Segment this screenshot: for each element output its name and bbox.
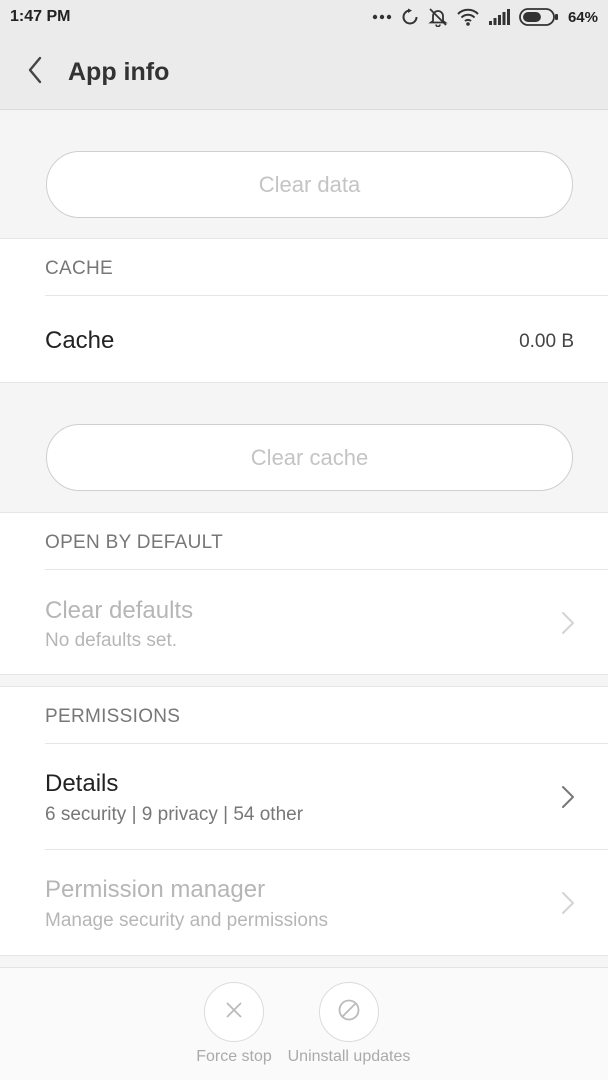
divider <box>45 849 608 850</box>
section-header-cache: CACHE <box>45 258 114 279</box>
section-header-permissions: PERMISSIONS <box>45 706 181 727</box>
battery-percent: 64% <box>567 8 598 26</box>
force-stop-circle <box>204 982 264 1042</box>
chevron-right-icon <box>558 610 578 636</box>
clear-data-button[interactable]: Clear data <box>46 151 573 218</box>
clear-data-band: Clear data <box>0 111 608 238</box>
clear-defaults-title: Clear defaults <box>45 597 194 624</box>
notifications-off-icon <box>428 7 448 27</box>
permission-manager-subtitle: Manage security and permissions <box>45 910 329 931</box>
open-by-default-section: OPEN BY DEFAULT Clear defaults No defaul… <box>0 512 608 675</box>
details-subtitle: 6 security | 9 privacy | 54 other <box>45 804 304 825</box>
back-button[interactable] <box>20 54 50 90</box>
force-stop-label: Force stop <box>196 1048 272 1065</box>
wifi-icon <box>457 8 479 26</box>
permissions-section: PERMISSIONS Details 6 security | 9 priva… <box>0 686 608 956</box>
block-icon <box>337 998 361 1027</box>
section-header-open-by-default: OPEN BY DEFAULT <box>45 532 224 553</box>
sync-icon <box>401 8 419 26</box>
uninstall-updates-button[interactable]: Uninstall updates <box>284 982 414 1066</box>
status-icons: 64% <box>372 6 598 28</box>
battery-icon <box>519 8 559 26</box>
signal-icon <box>488 9 510 25</box>
cache-section: CACHE Cache 0.00 B <box>0 238 608 383</box>
more-dots-icon <box>372 14 392 20</box>
clear-cache-band: Clear cache <box>0 383 608 512</box>
permission-manager-title: Permission manager <box>45 876 266 903</box>
clear-cache-button[interactable]: Clear cache <box>46 424 573 491</box>
bottom-action-bar: Force stop Uninstall updates <box>0 967 608 1080</box>
divider <box>45 743 608 744</box>
cache-row-title: Cache <box>45 327 115 354</box>
cache-size-value: 0.00 B <box>519 331 574 352</box>
chevron-right-icon <box>558 890 578 916</box>
app-bar: App info <box>0 34 608 110</box>
chevron-left-icon <box>27 56 43 89</box>
uninstall-updates-circle <box>319 982 379 1042</box>
divider <box>45 569 608 570</box>
page-title: App info <box>68 58 170 86</box>
details-title: Details <box>45 770 119 797</box>
clear-defaults-subtitle: No defaults set. <box>45 630 178 651</box>
close-icon <box>224 1000 244 1025</box>
status-bar: 1:47 PM 64% <box>0 0 608 34</box>
chevron-right-icon <box>558 784 578 810</box>
status-time: 1:47 PM <box>10 8 71 25</box>
divider <box>45 295 608 296</box>
uninstall-updates-label: Uninstall updates <box>287 1048 411 1065</box>
force-stop-button[interactable]: Force stop <box>194 982 274 1066</box>
